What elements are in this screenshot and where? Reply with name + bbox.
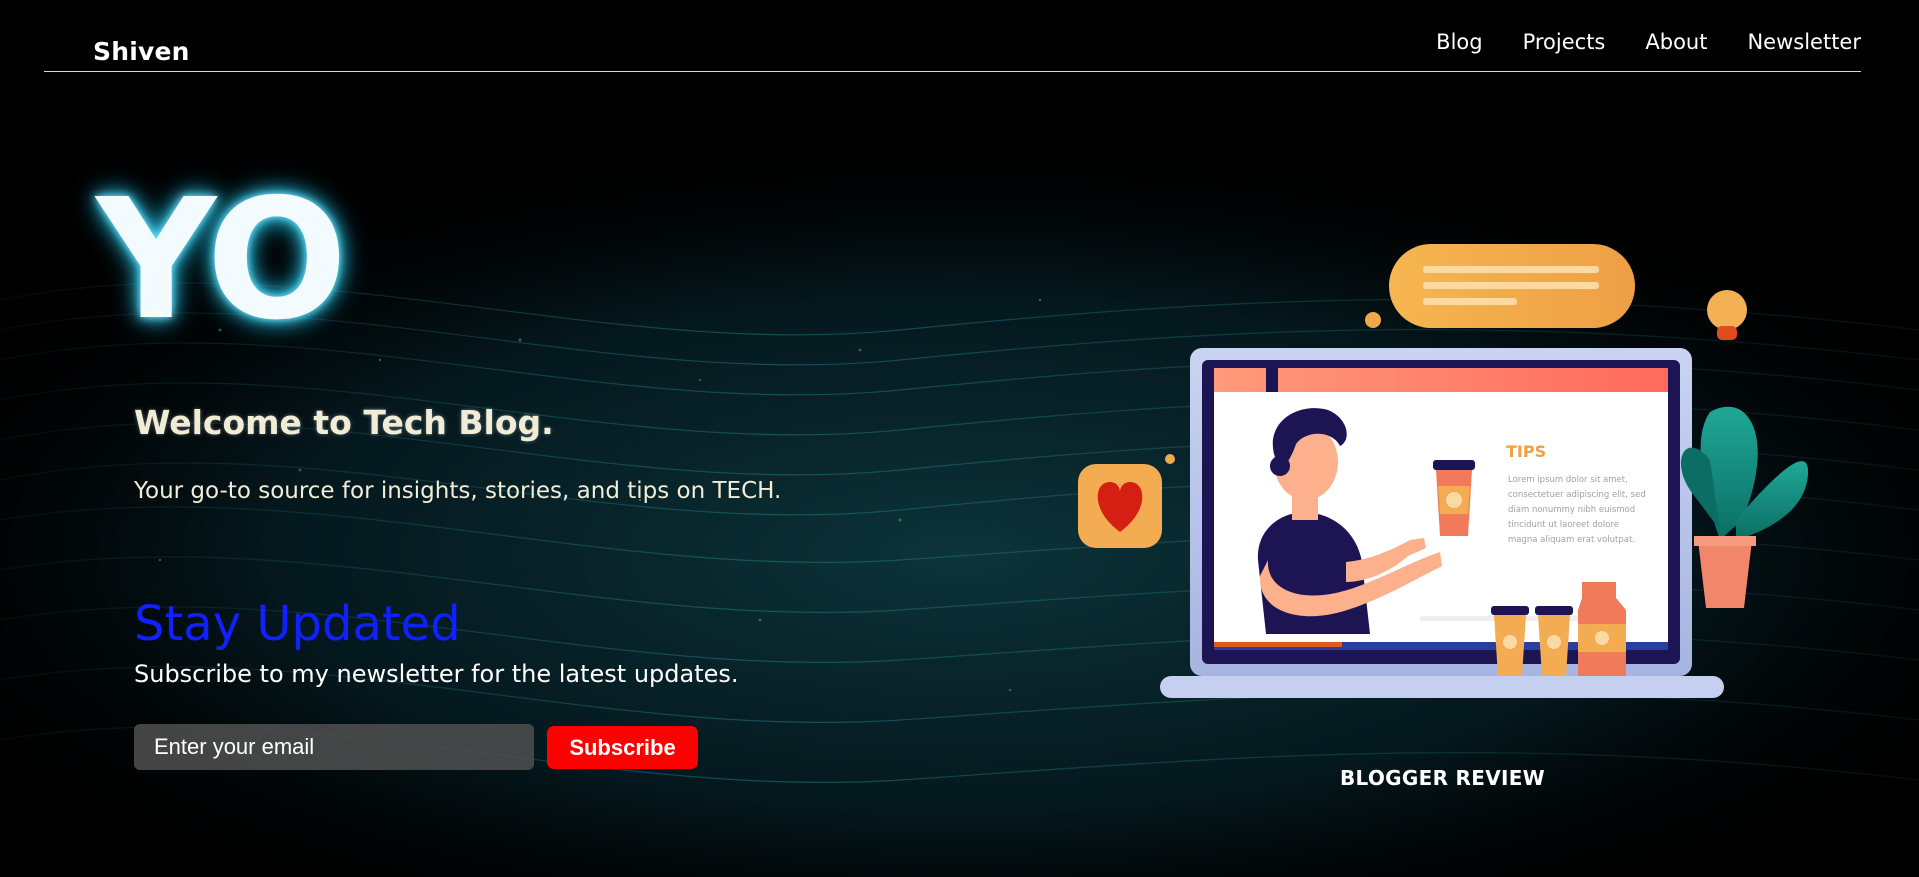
speech-bubble-icon — [1365, 244, 1635, 328]
screen-body-line: diam nonummy nibh euismod — [1508, 505, 1635, 515]
hero-welcome-heading: Welcome to Tech Blog. — [134, 403, 554, 442]
hero-tagline: Your go-to source for insights, stories,… — [134, 478, 782, 504]
main-nav: Blog Projects About Newsletter — [1436, 30, 1861, 54]
heart-icon — [1078, 454, 1175, 548]
newsletter-heading: Stay Updated — [134, 596, 461, 652]
screen-tips-heading: TIPS — [1506, 442, 1546, 461]
nav-link-projects[interactable]: Projects — [1523, 30, 1606, 54]
screen-body-line: consectetuer adipiscing elit, sed — [1508, 490, 1646, 500]
newsletter-subtext: Subscribe to my newsletter for the lates… — [134, 660, 739, 688]
page: Shiven Blog Projects About Newsletter YO… — [0, 0, 1919, 877]
screen-body-line: tincidunt ut laoreet dolore — [1508, 520, 1619, 530]
plant-icon — [1680, 406, 1809, 608]
lightbulb-icon — [1707, 290, 1747, 340]
subscribe-button[interactable]: Subscribe — [547, 726, 698, 769]
blogger-illustration: TIPS Lorem ipsum dolor sit amet, consect… — [1078, 244, 1809, 698]
blogger-review-caption: BLOGGER REVIEW — [1340, 766, 1546, 790]
screen-body-line: magna aliquam erat volutpat. — [1508, 535, 1635, 545]
nav-link-blog[interactable]: Blog — [1436, 30, 1482, 54]
nav-link-newsletter[interactable]: Newsletter — [1747, 30, 1861, 54]
email-input[interactable] — [134, 724, 534, 770]
hero-big-text: YO — [96, 164, 347, 357]
screen-body-line: Lorem ipsum dolor sit amet, — [1508, 475, 1628, 485]
site-header: Shiven Blog Projects About Newsletter — [44, 0, 1861, 72]
site-brand[interactable]: Shiven — [93, 37, 190, 66]
nav-link-about[interactable]: About — [1645, 30, 1707, 54]
